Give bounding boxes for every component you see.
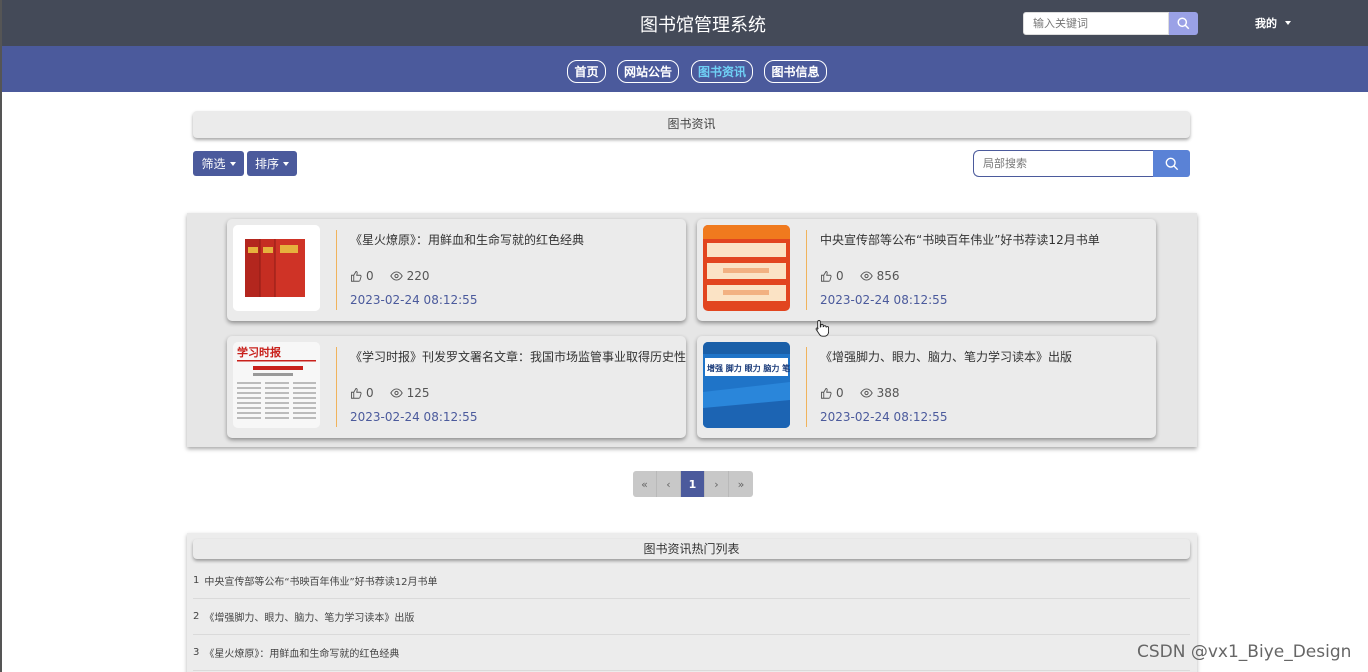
header-search-button[interactable] [1169, 12, 1198, 35]
window-edge [0, 0, 2, 672]
hot-list-item-title: 《星火燎原》：用鲜血和生命写就的红色经典 [204, 649, 400, 660]
eye-icon [859, 388, 873, 398]
article-stats: 0 856 [820, 269, 900, 283]
local-search-button[interactable] [1153, 150, 1190, 177]
watermark: CSDN @vx1_Biye_Design [1137, 642, 1352, 662]
thumbs-up-icon[interactable] [820, 270, 832, 282]
hot-list-panel: 图书资讯热门列表 1 中央宣传部等公布“书映百年伟业”好书荐读12月书单 2 《… [187, 533, 1197, 672]
article-stats: 0 220 [350, 269, 430, 283]
article-stats: 0 125 [350, 386, 430, 400]
thumbs-up-icon[interactable] [820, 387, 832, 399]
card-divider [806, 230, 807, 310]
nav-item-announcements[interactable]: 网站公告 [617, 60, 679, 83]
eye-icon [859, 271, 873, 281]
view-count: 220 [406, 269, 430, 283]
hot-list-item[interactable]: 3 《星火燎原》：用鲜血和生命写就的红色经典 [193, 635, 1190, 671]
article-card[interactable]: 中央宣传部等公布“书映百年伟业”好书荐读12月书单 0 856 2023-02-… [697, 219, 1156, 321]
article-grid: 《星火燎原》：用鲜血和生命写就的红色经典 0 220 2023-02-24 08… [187, 213, 1197, 447]
hot-list-item-title: 中央宣传部等公布“书映百年伟业”好书荐读12月书单 [204, 577, 438, 588]
card-divider [336, 347, 337, 427]
nav-bar: 首页 网站公告 图书资讯 图书信息 [2, 46, 1368, 92]
article-title[interactable]: 《学习时报》刊发罗文署名文章：我国市场监管事业取得历史性成 [350, 348, 686, 365]
pagination-page-1[interactable]: 1 [681, 471, 705, 497]
banner-image [703, 225, 790, 311]
article-date: 2023-02-24 08:12:55 [820, 293, 948, 307]
like-count: 0 [836, 269, 844, 283]
filter-label: 筛选 [201, 157, 226, 171]
pagination-last-button[interactable]: » [729, 471, 753, 497]
card-divider [806, 347, 807, 427]
pagination-first-button[interactable]: « [633, 471, 657, 497]
article-date: 2023-02-24 08:12:55 [350, 293, 478, 307]
search-icon [1165, 157, 1178, 170]
caret-down-icon [283, 161, 289, 166]
nav-item-book-info[interactable]: 图书信息 [764, 60, 827, 83]
view-count: 125 [406, 386, 430, 400]
user-menu-label: 我的 [1255, 17, 1277, 30]
header-search: 输入关键词 [1023, 12, 1198, 35]
like-count: 0 [836, 386, 844, 400]
eye-icon [389, 271, 403, 281]
caret-down-icon [229, 161, 236, 166]
caret-down-icon [1285, 21, 1291, 25]
article-card[interactable]: 学习时报 《学习时报》刊发罗文署名文章：我国市场监管事业取得历史性成 0 125… [227, 336, 686, 438]
pagination-next-button[interactable]: › [705, 471, 729, 497]
article-stats: 0 388 [820, 386, 900, 400]
hot-list-item[interactable]: 2 《增强脚力、眼力、脑力、笔力学习读本》出版 [193, 599, 1190, 635]
hot-list-rank: 1 [193, 575, 200, 586]
card-divider [336, 230, 337, 310]
article-thumbnail[interactable]: 增强 脚力 眼力 脑力 笔力 学习读本 [703, 342, 790, 428]
hot-list-item[interactable]: 1 中央宣传部等公布“书映百年伟业”好书荐读12月书单 [193, 563, 1190, 599]
nav-item-book-news[interactable]: 图书资讯 [691, 60, 753, 83]
hot-list-rank: 3 [193, 647, 200, 658]
search-icon [1177, 17, 1190, 30]
pagination-prev-button[interactable]: ‹ [657, 471, 681, 497]
article-title[interactable]: 《增强脚力、眼力、脑力、笔力学习读本》出版 [820, 348, 1156, 365]
sort-label: 排序 [254, 157, 279, 171]
thumbs-up-icon[interactable] [350, 387, 362, 399]
sort-dropdown[interactable]: 排序 [247, 151, 297, 176]
user-menu[interactable]: 我的 [1255, 15, 1291, 31]
like-count: 0 [366, 386, 374, 400]
nav-item-home[interactable]: 首页 [567, 60, 606, 83]
article-title[interactable]: 《星火燎原》：用鲜血和生命写就的红色经典 [350, 231, 686, 248]
eye-icon [389, 388, 403, 398]
local-search-input[interactable]: 局部搜索 [973, 150, 1153, 177]
newspaper-image: 学习时报 [233, 342, 320, 428]
article-thumbnail[interactable]: 学习时报 [233, 342, 320, 428]
local-search: 局部搜索 [973, 150, 1190, 177]
article-date: 2023-02-24 08:12:55 [820, 410, 948, 424]
article-thumbnail[interactable] [703, 225, 790, 311]
hot-list-rank: 2 [193, 611, 200, 622]
hot-list-title: 图书资讯热门列表 [193, 539, 1190, 559]
view-count: 388 [876, 386, 900, 400]
hot-list-item-title: 《增强脚力、眼力、脑力、笔力学习读本》出版 [204, 613, 415, 624]
pagination: « ‹ 1 › » [633, 471, 753, 497]
hand-cursor-icon [815, 320, 829, 337]
article-card[interactable]: 增强 脚力 眼力 脑力 笔力 学习读本 《增强脚力、眼力、脑力、笔力学习读本》出… [697, 336, 1156, 438]
section-title: 图书资讯 [193, 111, 1190, 138]
like-count: 0 [366, 269, 374, 283]
article-card[interactable]: 《星火燎原》：用鲜血和生命写就的红色经典 0 220 2023-02-24 08… [227, 219, 686, 321]
header-search-input[interactable]: 输入关键词 [1023, 12, 1169, 35]
blue-book-cover-image: 增强 脚力 眼力 脑力 笔力 学习读本 [703, 342, 790, 428]
book-cover-image [233, 225, 320, 311]
article-title[interactable]: 中央宣传部等公布“书映百年伟业”好书荐读12月书单 [820, 231, 1156, 248]
view-count: 856 [876, 269, 900, 283]
filter-dropdown[interactable]: 筛选 [193, 151, 244, 176]
blue-book-cover-text: 增强 脚力 眼力 脑力 笔力 学习读本 [707, 363, 790, 373]
article-date: 2023-02-24 08:12:55 [350, 410, 478, 424]
article-thumbnail[interactable] [233, 225, 320, 311]
newspaper-masthead: 学习时报 [237, 345, 282, 359]
thumbs-up-icon[interactable] [350, 270, 362, 282]
